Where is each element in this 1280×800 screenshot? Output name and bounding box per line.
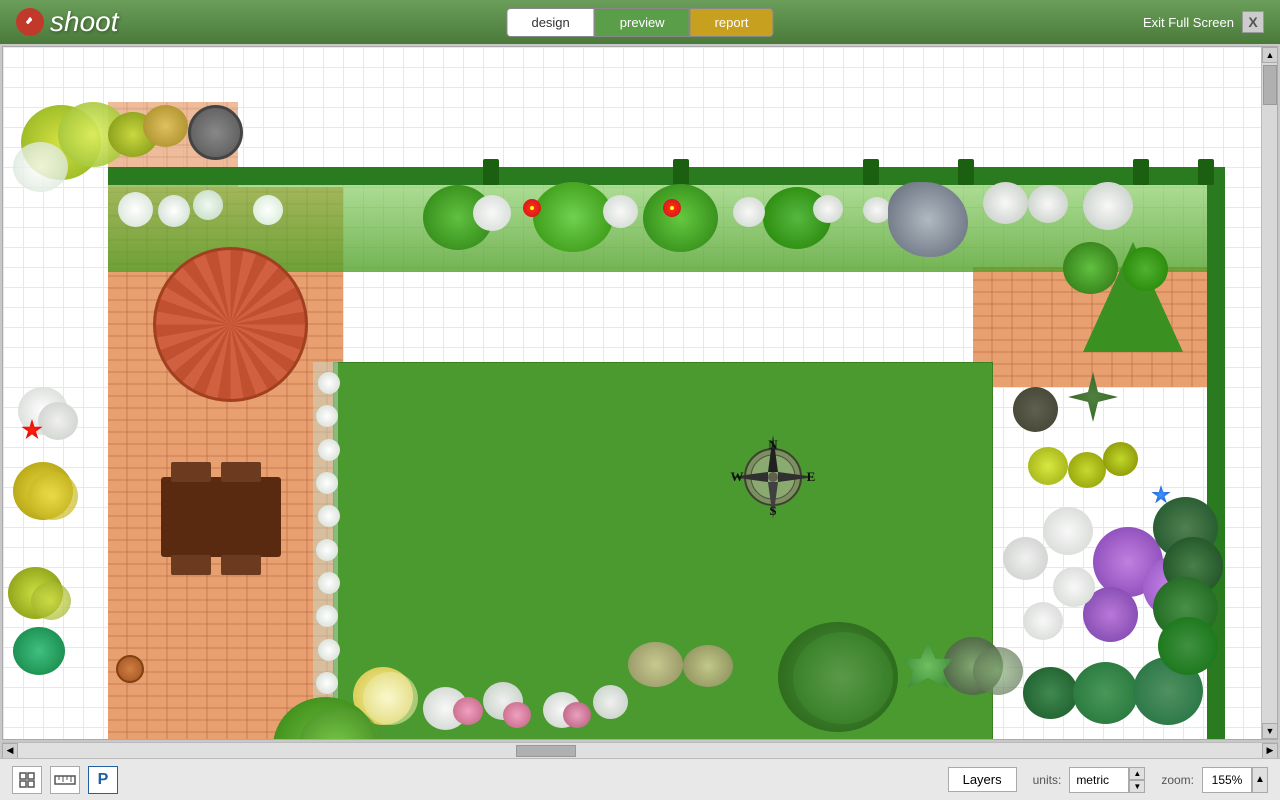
scrollbar-right-thumb[interactable]	[1263, 65, 1277, 105]
units-label: units:	[1033, 773, 1062, 787]
tab-preview[interactable]: preview	[595, 8, 690, 37]
zoom-up-button[interactable]: ▲	[1252, 767, 1268, 793]
scrollbar-right[interactable]: ▲ ▼	[1261, 47, 1277, 739]
footer-toolbar: P Layers units: metric ▲ ▼ zoom: 155% ▲	[0, 758, 1280, 800]
scrollbar-bottom-thumb[interactable]	[516, 745, 576, 757]
tabs-container: design preview report	[506, 8, 773, 37]
exit-fullscreen-label[interactable]: Exit Full Screen	[1143, 15, 1234, 30]
scrollbar-left-button[interactable]: ◀	[2, 743, 18, 759]
exit-fullscreen-area: Exit Full Screen X	[1143, 11, 1264, 33]
tab-design[interactable]: design	[506, 8, 594, 37]
compass: N S E W	[723, 427, 823, 527]
tab-report[interactable]: report	[690, 8, 774, 37]
svg-text:N: N	[768, 437, 778, 452]
main-area: N S E W ▲ ▼	[0, 44, 1280, 800]
units-down-arrow[interactable]: ▼	[1129, 780, 1145, 793]
zoom-label: zoom:	[1161, 773, 1194, 787]
paragraph-button[interactable]: P	[88, 766, 118, 794]
header: shoot design preview report Exit Full Sc…	[0, 0, 1280, 44]
units-stepper[interactable]: ▲ ▼	[1129, 767, 1145, 793]
scrollbar-bottom: ◀ ▶	[2, 742, 1278, 758]
svg-text:S: S	[769, 503, 776, 518]
close-button[interactable]: X	[1242, 11, 1264, 33]
canvas-wrapper: N S E W ▲ ▼	[2, 46, 1278, 740]
scrollbar-right-track	[1262, 63, 1277, 723]
scrollbar-bottom-track	[18, 743, 1262, 759]
logo-text: shoot	[50, 6, 119, 38]
logo: shoot	[16, 6, 119, 38]
scrollbar-right-button[interactable]: ▶	[1262, 743, 1278, 759]
garden-canvas[interactable]: N S E W	[3, 47, 1261, 739]
units-select[interactable]: metric	[1069, 767, 1129, 793]
grid-button[interactable]	[12, 766, 42, 794]
units-up-arrow[interactable]: ▲	[1129, 767, 1145, 780]
zoom-display: 155%	[1202, 767, 1252, 793]
svg-text:W: W	[731, 469, 744, 484]
scrollbar-up-button[interactable]: ▲	[1262, 47, 1278, 63]
scrollbar-down-button[interactable]: ▼	[1262, 723, 1278, 739]
logo-icon	[16, 8, 44, 36]
ruler-button[interactable]	[50, 766, 80, 794]
units-value: metric	[1076, 773, 1109, 787]
app: shoot design preview report Exit Full Sc…	[0, 0, 1280, 800]
layers-button[interactable]: Layers	[948, 767, 1017, 792]
svg-text:E: E	[807, 469, 816, 484]
